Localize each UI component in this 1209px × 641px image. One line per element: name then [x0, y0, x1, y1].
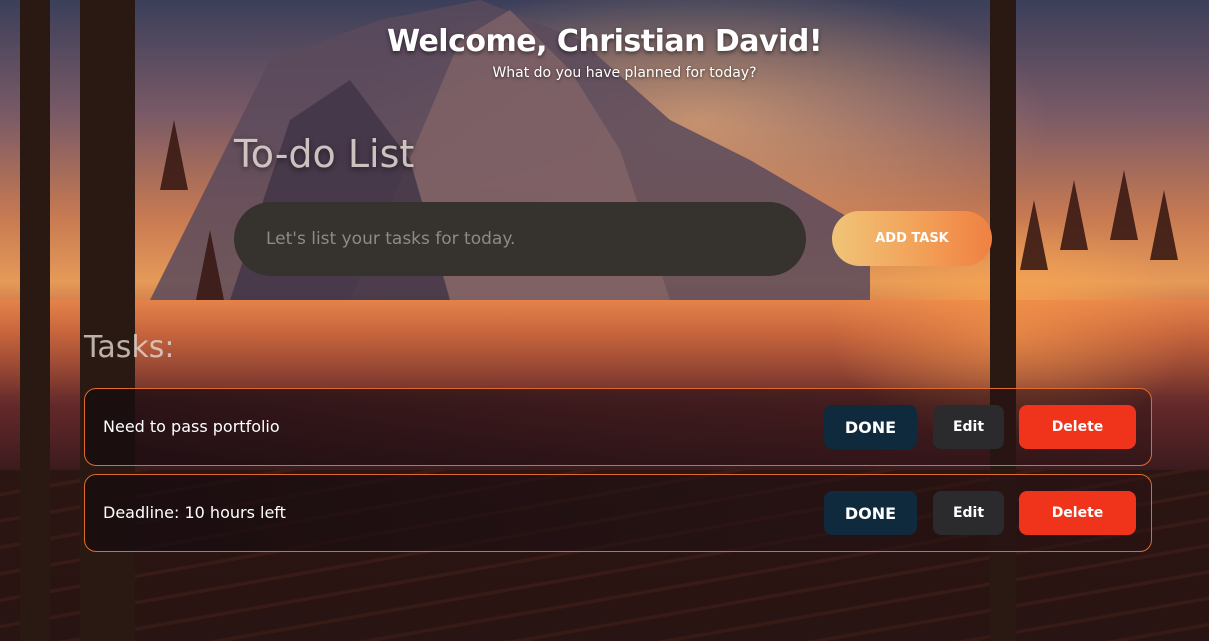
tasks-section-label: Tasks: — [84, 330, 175, 365]
pine-tree — [196, 230, 224, 300]
pine-tree — [160, 120, 188, 190]
todo-list-title: To-do List — [234, 132, 415, 176]
done-button[interactable]: DONE — [824, 405, 917, 449]
edit-button[interactable]: Edit — [933, 491, 1004, 535]
pine-tree — [1020, 200, 1048, 270]
welcome-subtitle: What do you have planned for today? — [492, 65, 757, 81]
pine-tree — [1150, 190, 1178, 260]
task-input[interactable] — [234, 202, 806, 276]
pine-tree — [1060, 180, 1088, 250]
delete-button[interactable]: Delete — [1019, 405, 1136, 449]
task-item: Deadline: 10 hours left DONE Edit Delete — [84, 474, 1152, 552]
welcome-header: Welcome, Christian David! What do you ha… — [0, 24, 1209, 81]
edit-button[interactable]: Edit — [933, 405, 1004, 449]
welcome-title: Welcome, Christian David! — [386, 24, 823, 59]
delete-button[interactable]: Delete — [1019, 491, 1136, 535]
pine-tree — [1110, 170, 1138, 240]
add-task-button[interactable]: ADD TASK — [832, 211, 992, 266]
task-item: Need to pass portfolio DONE Edit Delete — [84, 388, 1152, 466]
task-text: Deadline: 10 hours left — [103, 503, 286, 522]
task-text: Need to pass portfolio — [103, 417, 280, 436]
tree-trunk — [20, 0, 50, 641]
done-button[interactable]: DONE — [824, 491, 917, 535]
